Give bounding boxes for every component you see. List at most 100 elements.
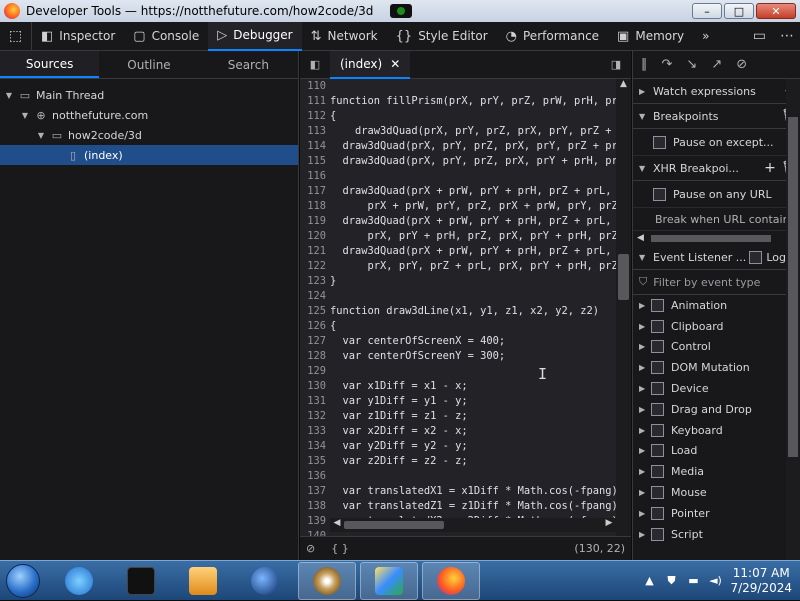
pause-icon[interactable]: ∥ xyxy=(641,57,648,72)
scroll-right-icon[interactable]: ▶ xyxy=(602,518,616,528)
break-when-url-input[interactable]: Break when URL contains xyxy=(633,208,800,231)
code-line[interactable]: 122 prX, prY, prZ + prL, prX, prY + prH,… xyxy=(300,259,616,274)
pause-on-exceptions-row[interactable]: Pause on except... xyxy=(633,129,800,156)
scroll-thumb[interactable] xyxy=(618,254,629,300)
code-line[interactable]: 124 xyxy=(300,289,616,304)
line-number[interactable]: 110 xyxy=(300,79,330,94)
expand-triangle-icon[interactable]: ▶ xyxy=(639,405,651,414)
line-number[interactable]: 128 xyxy=(300,349,330,364)
code-line[interactable]: 112{ xyxy=(300,109,616,124)
line-number[interactable]: 119 xyxy=(300,214,330,229)
event-checkbox[interactable] xyxy=(651,444,664,458)
line-number[interactable]: 121 xyxy=(300,244,330,259)
start-button[interactable] xyxy=(0,561,46,601)
maximize-button[interactable]: □ xyxy=(724,3,754,19)
expand-triangle-icon[interactable]: ▶ xyxy=(639,363,651,372)
line-number[interactable]: 122 xyxy=(300,259,330,274)
tree-item-index[interactable]: ▯ (index) xyxy=(0,145,298,165)
event-checkbox[interactable] xyxy=(651,319,664,333)
line-number[interactable]: 112 xyxy=(300,109,330,124)
code-line[interactable]: 126{ xyxy=(300,319,616,334)
code-line[interactable]: 137 var translatedX1 = x1Diff * Math.cos… xyxy=(300,484,616,499)
event-checkbox[interactable] xyxy=(651,298,664,312)
event-checkbox[interactable] xyxy=(651,382,664,396)
add-xhr-icon[interactable]: + xyxy=(760,160,780,176)
event-checkbox[interactable] xyxy=(651,340,664,354)
code-line[interactable]: 119 draw3dQuad(prX + prW, prY + prH, prZ… xyxy=(300,214,616,229)
line-number[interactable]: 130 xyxy=(300,379,330,394)
line-number[interactable]: 118 xyxy=(300,199,330,214)
code-line[interactable]: 134 var y2Diff = y2 - y; xyxy=(300,439,616,454)
expand-triangle-icon[interactable]: ▶ xyxy=(639,530,651,539)
code-line[interactable]: 114 draw3dQuad(prX, prY, prZ, prX, prY, … xyxy=(300,139,616,154)
taskbar-app-globe[interactable] xyxy=(236,562,294,600)
code-line[interactable]: 132 var z1Diff = z1 - z; xyxy=(300,409,616,424)
code-line[interactable]: 133 var x2Diff = x2 - x; xyxy=(300,424,616,439)
event-category-item[interactable]: ▶ Script xyxy=(633,524,800,545)
breakpoints-header[interactable]: ▼ Breakpoints 🗑 xyxy=(633,104,800,129)
event-category-item[interactable]: ▶ Clipboard xyxy=(633,316,800,337)
code-line[interactable]: 135 var z2Diff = z2 - z; xyxy=(300,454,616,469)
code-line[interactable]: 110 xyxy=(300,79,616,94)
tab-outline[interactable]: Outline xyxy=(99,51,198,78)
line-number[interactable]: 127 xyxy=(300,334,330,349)
tree-item-domain[interactable]: ▼ ⊕ notthefuture.com xyxy=(0,105,298,125)
line-number[interactable]: 124 xyxy=(300,289,330,304)
taskbar-app-firefox[interactable] xyxy=(422,561,480,600)
line-number[interactable]: 114 xyxy=(300,139,330,154)
event-checkbox[interactable] xyxy=(651,527,664,541)
line-number[interactable]: 132 xyxy=(300,409,330,424)
event-category-item[interactable]: ▶ DOM Mutation xyxy=(633,357,800,378)
step-out-icon[interactable]: ↗ xyxy=(711,57,722,72)
tree-item-folder[interactable]: ▼ ▭ how2code/3d xyxy=(0,125,298,145)
code-line[interactable]: 130 var x1Diff = x1 - x; xyxy=(300,379,616,394)
code-line[interactable]: 138 var translatedZ1 = z1Diff * Math.cos… xyxy=(300,499,616,514)
tab-search[interactable]: Search xyxy=(199,51,298,78)
line-number[interactable]: 123 xyxy=(300,274,330,289)
menu-icon[interactable]: ⋯ xyxy=(780,28,794,44)
code-line[interactable]: 116 xyxy=(300,169,616,184)
deactivate-breakpoints-icon[interactable]: ⊘ xyxy=(736,57,747,72)
event-filter-input[interactable]: ⛉ Filter by event type xyxy=(633,270,800,295)
line-number[interactable]: 135 xyxy=(300,454,330,469)
event-category-item[interactable]: ▶ Load xyxy=(633,441,800,462)
dock-options-icon[interactable]: ▭ xyxy=(753,28,766,44)
scroll-thumb[interactable] xyxy=(344,521,444,529)
event-checkbox[interactable] xyxy=(651,486,664,500)
step-over-icon[interactable]: ↷ xyxy=(662,57,673,72)
code-line[interactable]: 127 var centerOfScreenX = 400; xyxy=(300,334,616,349)
toggle-panes-icon[interactable]: ◨ xyxy=(601,51,631,79)
expand-triangle-icon[interactable]: ▶ xyxy=(639,301,651,310)
expand-triangle-icon[interactable]: ▶ xyxy=(639,488,651,497)
taskbar-app-paint[interactable] xyxy=(360,561,418,600)
event-category-item[interactable]: ▶ Mouse xyxy=(633,482,800,503)
tab-inspector[interactable]: ◧ Inspector xyxy=(32,22,124,51)
event-category-item[interactable]: ▶ Pointer xyxy=(633,503,800,524)
line-number[interactable]: 137 xyxy=(300,484,330,499)
scroll-left-icon[interactable]: ◀ xyxy=(330,518,344,528)
event-checkbox[interactable] xyxy=(651,465,664,479)
event-category-item[interactable]: ▶ Control xyxy=(633,337,800,358)
code-line[interactable]: 136 xyxy=(300,469,616,484)
log-checkbox[interactable] xyxy=(749,250,763,264)
line-number[interactable]: 136 xyxy=(300,469,330,484)
minimize-button[interactable]: – xyxy=(692,3,722,19)
element-picker-button[interactable]: ⬚ xyxy=(0,21,32,51)
code-line[interactable]: 128 var centerOfScreenY = 300; xyxy=(300,349,616,364)
scroll-left-icon[interactable]: ◀ xyxy=(637,233,644,243)
line-number[interactable]: 113 xyxy=(300,124,330,139)
step-in-icon[interactable]: ↘ xyxy=(686,57,697,72)
event-checkbox[interactable] xyxy=(651,423,664,437)
expand-triangle-icon[interactable]: ▶ xyxy=(639,322,651,331)
code-line[interactable]: 115 draw3dQuad(prX, prY, prZ, prX, prY +… xyxy=(300,154,616,169)
expand-triangle-icon[interactable]: ▶ xyxy=(639,509,651,518)
event-category-item[interactable]: ▶ Drag and Drop xyxy=(633,399,800,420)
event-listener-header[interactable]: ▼ Event Listener ... Log xyxy=(633,245,800,270)
line-number[interactable]: 126 xyxy=(300,319,330,334)
taskbar-app-internet-explorer[interactable] xyxy=(50,562,108,600)
tab-console[interactable]: ▢ Console xyxy=(124,22,208,51)
line-number[interactable]: 133 xyxy=(300,424,330,439)
event-category-item[interactable]: ▶ Keyboard xyxy=(633,420,800,441)
toggle-sources-icon[interactable]: ◧ xyxy=(300,51,330,79)
pause-on-any-url-row[interactable]: Pause on any URL xyxy=(633,181,800,208)
